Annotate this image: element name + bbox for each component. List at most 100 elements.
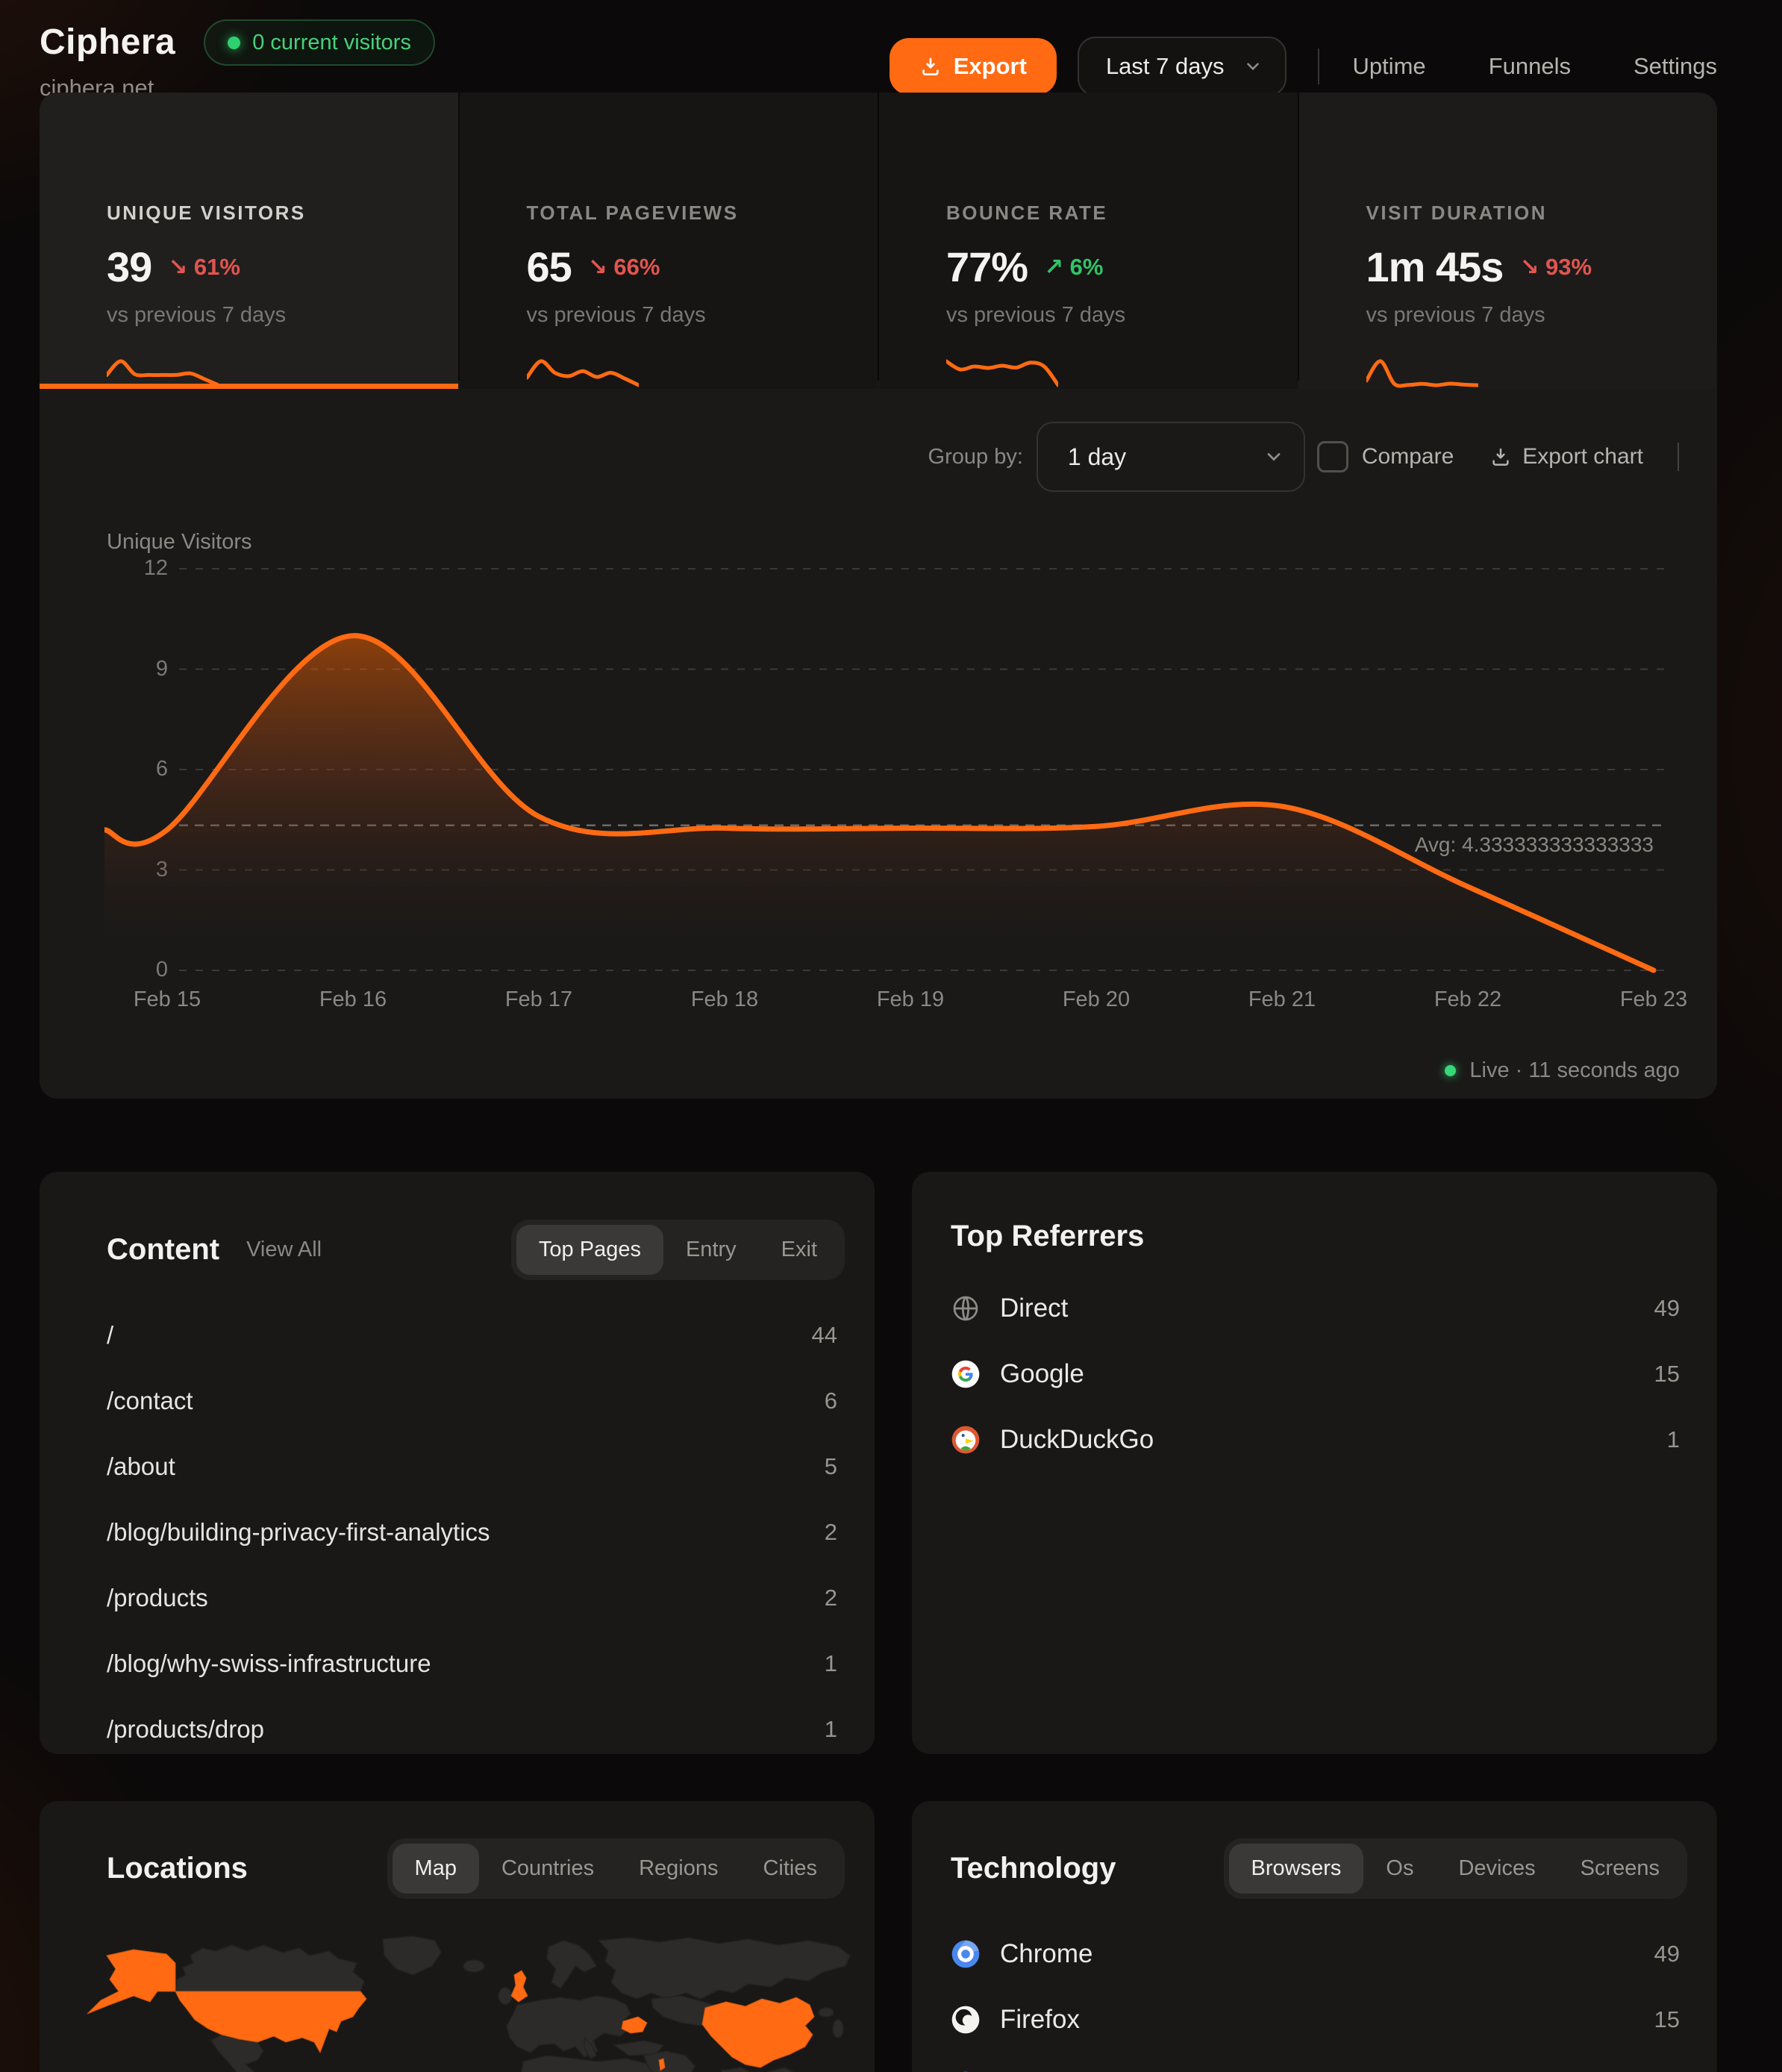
referrer-name: DuckDuckGo (1000, 1425, 1154, 1455)
locations-tab-map[interactable]: Map (393, 1844, 479, 1894)
technology-row[interactable] (912, 2053, 1717, 2072)
export-chart-button[interactable]: Export chart (1489, 444, 1643, 469)
date-range-dropdown[interactable]: Last 7 days (1078, 37, 1287, 96)
page-title: Ciphera (40, 22, 175, 63)
x-tick: Feb 15 (107, 987, 227, 1012)
visitors-chart-section: Group by: 1 day Compare Export chart Uni… (40, 381, 1717, 1099)
locations-header: Locations MapCountriesRegionsCities (40, 1801, 875, 1899)
group-by-dropdown[interactable]: 1 day (1037, 422, 1305, 492)
technology-tab-devices[interactable]: Devices (1436, 1844, 1557, 1894)
compare-label: Compare (1362, 444, 1454, 469)
stat-label: VISIT DURATION (1366, 202, 1688, 225)
content-row[interactable]: /products 2 (40, 1565, 875, 1631)
page-count: 6 (825, 1388, 837, 1414)
technology-tab-screens[interactable]: Screens (1558, 1844, 1682, 1894)
stat-value: 1m 45s (1366, 243, 1504, 291)
technology-name: Firefox (1000, 2005, 1080, 2035)
stat-label: UNIQUE VISITORS (107, 202, 428, 225)
content-tab-exit[interactable]: Exit (759, 1225, 840, 1275)
stat-comparison-label: vs previous 7 days (1366, 303, 1688, 328)
stat-comparison-label: vs previous 7 days (527, 303, 848, 328)
stat-tab-bounce-rate[interactable]: BOUNCE RATE 77% ↗ 6% vs previous 7 days (879, 93, 1298, 389)
overview-card: UNIQUE VISITORS 39 ↘ 61% vs previous 7 d… (40, 93, 1717, 1099)
locations-tab-regions[interactable]: Regions (616, 1844, 740, 1894)
chevron-down-icon (1243, 57, 1263, 76)
content-tab-entry[interactable]: Entry (663, 1225, 759, 1275)
page-count: 44 (812, 1322, 837, 1349)
stat-delta: ↘ 61% (168, 254, 240, 281)
technology-tabs: BrowsersOsDevicesScreens (1224, 1838, 1687, 1899)
content-header: Content View All Top PagesEntryExit (40, 1172, 875, 1280)
nav-uptime[interactable]: Uptime (1352, 53, 1425, 80)
group-by-label: Group by: (928, 445, 1023, 469)
stat-delta: ↘ 66% (588, 254, 660, 281)
compare-checkbox[interactable] (1317, 441, 1348, 472)
stat-tab-total-pageviews[interactable]: TOTAL PAGEVIEWS 65 ↘ 66% vs previous 7 d… (460, 93, 878, 389)
nav-settings[interactable]: Settings (1634, 53, 1717, 80)
content-row[interactable]: /products/drop 1 (40, 1697, 875, 1754)
stats-row: UNIQUE VISITORS 39 ↘ 61% vs previous 7 d… (40, 93, 1717, 381)
content-list: / 44 /contact 6 /about 5 /blog/building-… (40, 1302, 875, 1754)
referrers-card: Top Referrers Direct 49 Google 15 DuckDu… (912, 1172, 1717, 1754)
content-row[interactable]: /blog/why-swiss-infrastructure 1 (40, 1631, 875, 1697)
x-tick: Feb 17 (479, 987, 598, 1012)
referrer-count: 15 (1654, 1361, 1680, 1388)
technology-tab-browsers[interactable]: Browsers (1229, 1844, 1364, 1894)
content-row[interactable]: /blog/building-privacy-first-analytics 2 (40, 1500, 875, 1565)
referrer-count: 1 (1667, 1426, 1680, 1453)
stat-label: TOTAL PAGEVIEWS (527, 202, 848, 225)
referrer-row[interactable]: Google 15 (912, 1341, 1717, 1407)
content-row[interactable]: /about 5 (40, 1434, 875, 1500)
content-row[interactable]: /contact 6 (40, 1368, 875, 1434)
x-tick: Feb 23 (1594, 987, 1713, 1012)
stat-tab-unique-visitors[interactable]: UNIQUE VISITORS 39 ↘ 61% vs previous 7 d… (40, 93, 458, 389)
stat-comparison-label: vs previous 7 days (107, 303, 428, 328)
stat-tab-visit-duration[interactable]: VISIT DURATION 1m 45s ↘ 93% vs previous … (1299, 93, 1718, 389)
page-path: /products/drop (107, 1715, 264, 1744)
current-visitors-badge[interactable]: 0 current visitors (204, 19, 435, 66)
download-icon (919, 55, 942, 78)
page-count: 5 (825, 1453, 837, 1480)
referrer-row[interactable]: DuckDuckGo 1 (912, 1407, 1717, 1473)
export-button[interactable]: Export (890, 38, 1057, 95)
content-title: Content (107, 1233, 219, 1267)
technology-tab-os[interactable]: Os (1363, 1844, 1436, 1894)
locations-tab-countries[interactable]: Countries (479, 1844, 616, 1894)
content-tabs: Top PagesEntryExit (511, 1220, 845, 1280)
page-path: /about (107, 1452, 175, 1481)
referrer-row[interactable]: Direct 49 (912, 1276, 1717, 1341)
visitors-line-chart (104, 567, 1664, 973)
chart-series-label: Unique Visitors (107, 530, 252, 555)
third-row: Locations MapCountriesRegionsCities (40, 1801, 1782, 2072)
technology-row[interactable]: Chrome 49 (912, 1921, 1717, 1987)
chart-controls: Group by: 1 day Compare Export chart (928, 422, 1679, 492)
average-annotation: Avg: 4.333333333333333 (1415, 833, 1654, 857)
chevron-down-icon (1263, 446, 1284, 467)
x-tick: Feb 19 (851, 987, 970, 1012)
stat-delta: ↘ 93% (1519, 254, 1592, 281)
view-all-link[interactable]: View All (246, 1238, 322, 1262)
technology-name: Chrome (1000, 1939, 1092, 1969)
world-map[interactable] (62, 1933, 853, 2072)
page-path: /blog/building-privacy-first-analytics (107, 1518, 490, 1547)
x-tick: Feb 21 (1222, 987, 1342, 1012)
page-count: 1 (825, 1650, 837, 1677)
technology-list: Chrome 49 Firefox 15 (912, 1921, 1717, 2072)
nav-funnels[interactable]: Funnels (1489, 53, 1571, 80)
content-tab-top-pages[interactable]: Top Pages (516, 1225, 663, 1275)
analytics-dashboard: Ciphera 0 current visitors ciphera.net E… (0, 0, 1782, 2072)
current-visitors-label: 0 current visitors (252, 31, 411, 55)
locations-tab-cities[interactable]: Cities (740, 1844, 840, 1894)
globe-icon (951, 1294, 981, 1323)
content-row[interactable]: / 44 (40, 1302, 875, 1368)
referrer-name: Direct (1000, 1294, 1068, 1323)
locations-tabs: MapCountriesRegionsCities (387, 1838, 845, 1899)
duckduckgo-icon (951, 1425, 981, 1455)
technology-row[interactable]: Firefox 15 (912, 1987, 1717, 2053)
second-row: Content View All Top PagesEntryExit / 44… (40, 1172, 1782, 1754)
live-dot-icon (228, 37, 240, 49)
content-card: Content View All Top PagesEntryExit / 44… (40, 1172, 875, 1754)
referrers-list: Direct 49 Google 15 DuckDuckGo 1 (912, 1276, 1717, 1473)
page-count: 2 (825, 1585, 837, 1611)
google-icon (951, 1359, 981, 1389)
